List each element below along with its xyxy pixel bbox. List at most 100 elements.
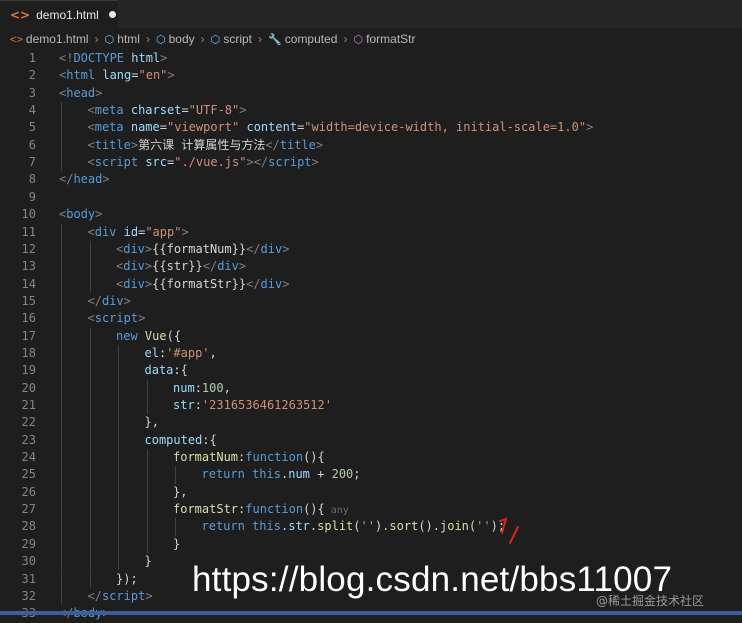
code-token: }); [116, 571, 138, 586]
line-number: 11 [21, 224, 36, 239]
code-token: "width=device-width, initial-scale=1.0" [304, 120, 587, 135]
code-line: 12 <div>{{formatNum}}</div> [0, 240, 742, 259]
code-token: < [87, 155, 95, 170]
code-token: </ [246, 276, 261, 291]
breadcrumb-item[interactable]: ⬡ script [211, 32, 252, 46]
code-token: div [123, 276, 145, 291]
code-token: lang [102, 68, 132, 83]
code-token: script [94, 155, 146, 170]
breadcrumb: <> demo1.html › ⬡ html › ⬡ body › ⬡ script › 🔧 c… [0, 28, 742, 50]
code-token: '2316536461263512' [201, 398, 332, 412]
code-token: , [209, 345, 217, 360]
code-token: 200 [331, 467, 354, 482]
line-number: 14 [21, 276, 36, 291]
code-token: '' [476, 519, 491, 534]
indent-guide [61, 535, 62, 554]
code-token: script [101, 588, 146, 603]
breadcrumb-item[interactable]: 🔧 computed [268, 32, 337, 46]
line-number: 27 [21, 502, 36, 517]
code-token: str [288, 519, 310, 534]
indent-guide [89, 553, 91, 571]
code-token: } [144, 554, 152, 569]
code-token: sort [389, 519, 419, 534]
code-line: 17 new Vue({ [0, 327, 742, 345]
code-token: 第六课 计算属性与方法 [138, 137, 266, 152]
indent-guide [61, 518, 62, 536]
line-number: 16 [21, 311, 36, 326]
code-token: > [238, 259, 247, 274]
code-text: el:'#app', [145, 345, 217, 362]
code-token: > [315, 137, 324, 152]
indent-guide [89, 397, 91, 415]
editor-tab[interactable]: <> demo1.html [0, 0, 118, 28]
line-number: 21 [21, 398, 36, 412]
unsaved-dot-icon[interactable] [108, 11, 116, 18]
code-token: <! [59, 51, 74, 65]
breadcrumb-item[interactable]: ⬡ body [156, 32, 195, 46]
code-token: num [288, 467, 310, 482]
indent-guide [89, 379, 91, 397]
line-number: 1 [28, 51, 36, 65]
code-line: 21 str:'2316536461263512' [0, 397, 742, 415]
code-token: > [282, 241, 290, 256]
indent-guide [89, 327, 91, 345]
code-token: id [123, 224, 139, 239]
red-annotation-mark [499, 517, 519, 544]
code-token: ( [353, 519, 361, 534]
code-token: any [324, 505, 349, 517]
code-token: </ [87, 293, 102, 308]
code-token: formatNum [173, 450, 239, 465]
code-token: el [144, 345, 159, 360]
indent-guide [89, 570, 91, 588]
breadcrumb-item[interactable]: ⬡ html [105, 32, 140, 46]
indent-guide [146, 449, 148, 467]
code-token: {{formatNum}} [152, 241, 247, 256]
indent-guide [118, 397, 119, 415]
line-number: 18 [21, 345, 36, 360]
code-text: <script src="./vue.js"></script> [88, 154, 319, 171]
indent-guide [61, 119, 62, 137]
indent-guide [61, 327, 62, 345]
line-number: 8 [28, 172, 36, 187]
code-token: (){ [303, 450, 325, 465]
indent-guide [89, 483, 91, 502]
code-line: 16 <script> [0, 310, 742, 328]
code-token: > [95, 85, 103, 100]
breadcrumb-item[interactable]: <> demo1.html [10, 32, 89, 46]
code-line: 25 return this.num + 200; [0, 466, 742, 484]
indent-guide [61, 466, 62, 484]
code-line: 2 <html lang="en"> [0, 67, 742, 84]
indent-guide [61, 310, 62, 328]
indent-guide [175, 466, 176, 484]
code-line: 5 <meta name="viewport" content="width=de… [0, 119, 742, 137]
code-token: '#app' [166, 345, 210, 360]
breadcrumb-item[interactable]: ⬡ formatStr [353, 32, 415, 46]
code-token: </ [246, 241, 261, 256]
code-line: 20 num:100, [0, 379, 742, 397]
indent-guide [118, 431, 119, 450]
code-token: < [87, 120, 95, 135]
line-number: 12 [21, 241, 36, 256]
code-text: return this.num + 200; [202, 466, 361, 483]
code-token: > [282, 276, 290, 291]
code-token: </ [59, 172, 74, 187]
indent-guide [89, 518, 91, 536]
line-number: 4 [28, 103, 36, 118]
code-token: ({ [166, 328, 182, 343]
breadcrumb-label: html [117, 32, 140, 46]
code-token: : [194, 398, 202, 412]
breadcrumb-label: computed [284, 32, 338, 46]
code-editor[interactable]: 1 <!DOCTYPE html> 2 <html lang="en"> 3 <head>… [0, 50, 742, 620]
code-text: str:'2316536461263512' [173, 397, 332, 414]
indent-guide [61, 587, 62, 606]
line-number: 10 [21, 207, 36, 222]
line-number: 3 [28, 85, 36, 100]
code-token: , [223, 380, 231, 395]
code-text: } [145, 553, 152, 570]
code-text: <script> [88, 310, 146, 327]
indent-guide [146, 483, 148, 502]
indent-guide [146, 379, 148, 397]
code-text: formatStr:function(){ any [173, 501, 349, 519]
line-number: 9 [28, 189, 36, 204]
line-number: 26 [21, 484, 36, 499]
